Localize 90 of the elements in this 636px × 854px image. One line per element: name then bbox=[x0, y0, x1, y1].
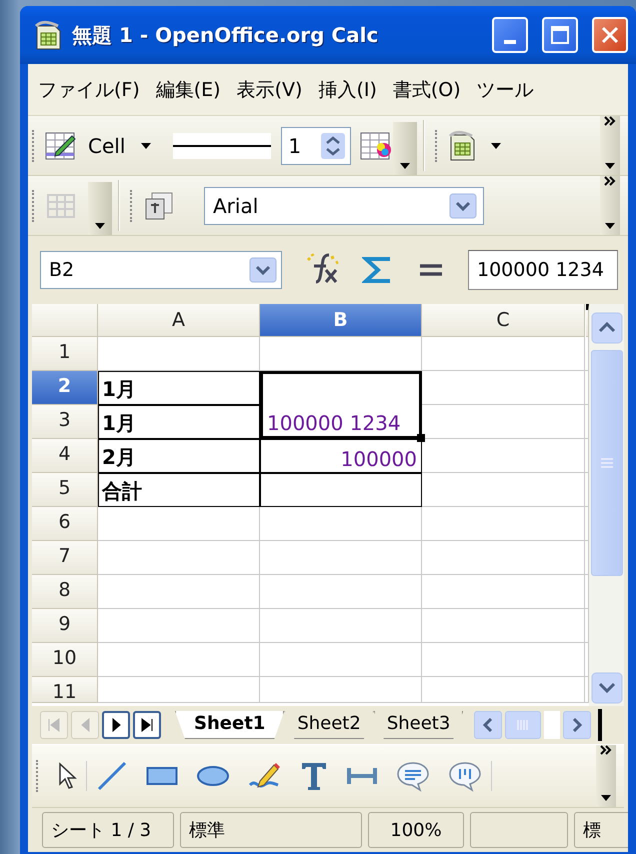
scroll-up-button[interactable] bbox=[590, 312, 622, 344]
font-name-field[interactable]: Arial bbox=[204, 186, 484, 224]
sheet-indicator: シート 1 / 3 bbox=[42, 812, 174, 848]
dropdown-arrow-icon[interactable] bbox=[141, 142, 152, 148]
table-cell[interactable]: 100000 bbox=[260, 439, 422, 473]
pointer-icon[interactable] bbox=[57, 762, 77, 790]
maximize-icon bbox=[550, 25, 570, 45]
sheet-tab[interactable]: Sheet1 bbox=[175, 711, 284, 739]
row-header[interactable]: 6 bbox=[32, 507, 98, 541]
page-style-indicator: 標準 bbox=[180, 812, 362, 848]
menu-item[interactable]: 表示(V) bbox=[236, 76, 302, 102]
scrollbar-thumb[interactable] bbox=[590, 350, 622, 576]
formula-input[interactable]: 100000 1234 bbox=[468, 250, 618, 290]
line-width-spinner[interactable]: 1 bbox=[281, 126, 352, 164]
name-box[interactable]: B2 bbox=[40, 251, 282, 289]
spreadsheet-document-icon[interactable] bbox=[447, 128, 478, 162]
scroll-left-button[interactable] bbox=[474, 711, 502, 739]
menu-item[interactable]: ツール bbox=[476, 76, 534, 102]
next-sheet-button[interactable] bbox=[102, 711, 130, 739]
last-sheet-button[interactable] bbox=[133, 711, 161, 739]
scrollbar-thumb[interactable] bbox=[505, 711, 542, 739]
line-icon[interactable] bbox=[96, 760, 128, 792]
chevron-icon[interactable] bbox=[603, 176, 617, 186]
splitter-handle[interactable] bbox=[598, 709, 602, 741]
menu-item[interactable]: 編集(E) bbox=[156, 76, 221, 102]
table-cell[interactable] bbox=[260, 473, 422, 507]
minimize-icon bbox=[504, 40, 516, 44]
table-cell[interactable]: 合計 bbox=[98, 473, 260, 507]
zoom-indicator[interactable]: 100% bbox=[368, 812, 464, 848]
color-table-icon[interactable] bbox=[359, 130, 394, 162]
callout-icon[interactable] bbox=[396, 760, 430, 792]
window-title: 無題 1 - OpenOffice.org Calc bbox=[72, 22, 380, 48]
row-header[interactable]: 8 bbox=[32, 575, 98, 609]
minimize-button[interactable] bbox=[492, 17, 528, 53]
cell-edit-icon[interactable] bbox=[44, 130, 78, 162]
close-button[interactable] bbox=[592, 17, 628, 53]
dropdown-arrow-icon[interactable] bbox=[605, 163, 615, 169]
menu-item[interactable]: 挿入(I) bbox=[318, 76, 377, 102]
scrollbar-track[interactable] bbox=[544, 711, 560, 739]
row-header[interactable]: 7 bbox=[32, 541, 98, 575]
table-cell[interactable]: 1月 bbox=[98, 405, 260, 439]
spreadsheet-document-icon bbox=[34, 20, 62, 50]
chevron-icon[interactable] bbox=[599, 745, 613, 755]
first-sheet-button[interactable] bbox=[40, 711, 68, 739]
close-icon bbox=[600, 25, 620, 45]
text-icon[interactable] bbox=[300, 760, 328, 792]
row-header[interactable]: 5 bbox=[32, 473, 98, 507]
table-cell[interactable]: 1月 bbox=[98, 371, 260, 405]
column-header[interactable]: B bbox=[260, 304, 422, 337]
grip-icon bbox=[516, 719, 530, 731]
select-all-corner[interactable] bbox=[32, 304, 98, 337]
row-header[interactable]: 10 bbox=[32, 643, 98, 677]
row-header[interactable]: 4 bbox=[32, 439, 98, 473]
chevron-icon[interactable] bbox=[603, 116, 617, 126]
column-header[interactable] bbox=[586, 304, 589, 337]
menu-item[interactable]: 書式(O) bbox=[392, 76, 461, 102]
dropdown-arrow-icon[interactable] bbox=[601, 795, 611, 801]
spin-arrows-icon[interactable] bbox=[320, 132, 346, 160]
maximize-button[interactable] bbox=[542, 17, 578, 53]
menu-item[interactable]: ファイル(F) bbox=[38, 76, 140, 102]
row-header[interactable]: 9 bbox=[32, 609, 98, 643]
column-header[interactable]: C bbox=[422, 304, 585, 337]
fill-handle[interactable] bbox=[417, 434, 425, 442]
sheet-tab[interactable]: Sheet2 bbox=[284, 711, 374, 739]
first-sheet-icon bbox=[47, 718, 61, 732]
last-sheet-icon bbox=[140, 718, 154, 732]
grip-icon bbox=[600, 457, 614, 469]
row-header[interactable]: 11 bbox=[32, 677, 98, 703]
scroll-down-button[interactable] bbox=[590, 672, 622, 704]
dropdown-arrow-icon[interactable] bbox=[605, 223, 615, 229]
table-cell[interactable]: 2月 bbox=[98, 439, 260, 473]
dropdown-arrow-icon[interactable] bbox=[400, 163, 410, 169]
style-name: Cell bbox=[88, 134, 126, 158]
column-header[interactable]: A bbox=[98, 304, 260, 337]
row-header[interactable]: 1 bbox=[32, 337, 98, 371]
rectangle-icon[interactable] bbox=[146, 764, 178, 788]
pencil-icon[interactable] bbox=[248, 761, 282, 791]
ellipse-icon[interactable] bbox=[196, 764, 230, 788]
table-icon[interactable] bbox=[44, 192, 78, 220]
vertical-callout-icon[interactable] bbox=[448, 760, 482, 792]
formula-icon[interactable] bbox=[418, 262, 444, 278]
sheet-tab[interactable]: Sheet3 bbox=[374, 711, 464, 739]
row-header[interactable]: 2 bbox=[32, 371, 98, 405]
dropdown-arrow-icon[interactable] bbox=[95, 223, 105, 229]
mode-indicator: 標 bbox=[574, 812, 628, 848]
row-header[interactable]: 3 bbox=[32, 405, 98, 439]
table-cell[interactable]: 100000 1234 bbox=[260, 371, 422, 439]
line-style-selector[interactable] bbox=[173, 132, 272, 158]
scroll-right-button[interactable] bbox=[563, 711, 592, 739]
dropdown-arrow-icon[interactable] bbox=[491, 142, 502, 148]
